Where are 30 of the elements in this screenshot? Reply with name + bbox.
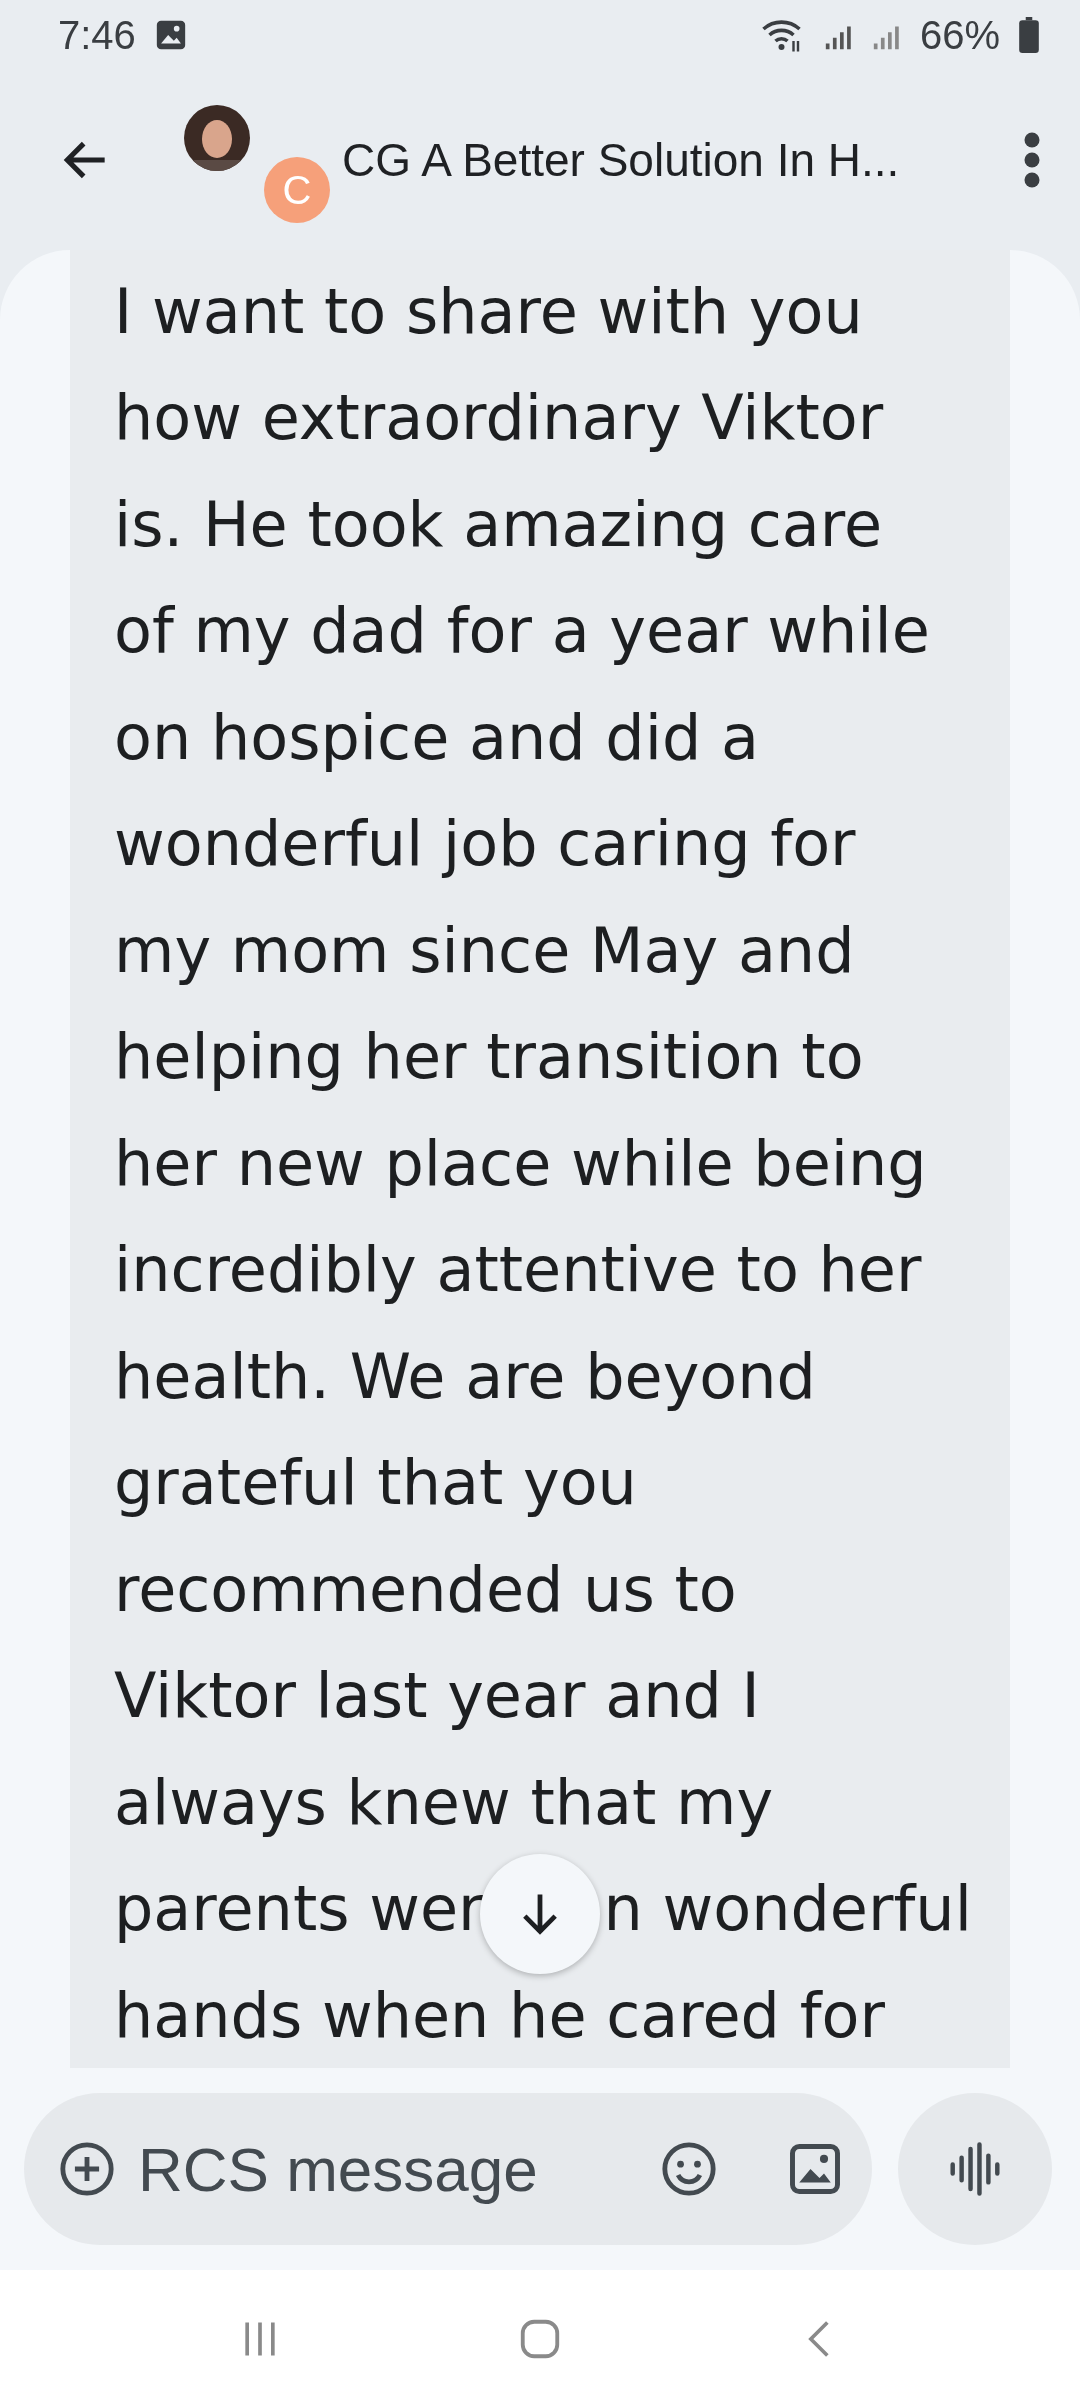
message-text: always knew that my	[114, 1765, 774, 1839]
battery-icon	[1018, 17, 1040, 53]
message-input[interactable]: RCS message	[136, 2132, 640, 2206]
message-text: my mom since May and	[114, 913, 855, 987]
more-icon	[1022, 130, 1042, 190]
message-text: n wonderful	[603, 1872, 972, 1946]
message-text: parents wer	[114, 1872, 484, 1946]
status-time: 7:46	[58, 12, 136, 58]
message-text: how extraordinary Viktor	[114, 381, 884, 455]
message-text: I want to share with you	[114, 274, 863, 348]
contact-avatar: C	[264, 157, 330, 223]
message-text: wonderful job caring for	[114, 807, 856, 881]
message-text: of my dad for a year while	[114, 594, 930, 668]
message-text: Viktor last year and I	[114, 1659, 760, 1733]
message-text: incredibly attentive to her	[114, 1233, 922, 1307]
battery-percent: 66%	[919, 12, 1000, 58]
message-text: on hospice and did a	[114, 700, 759, 774]
add-icon[interactable]	[58, 2140, 116, 2198]
emoji-icon[interactable]	[660, 2140, 718, 2198]
message-text: recommended us to	[114, 1552, 737, 1626]
gallery-icon[interactable]	[788, 2142, 842, 2196]
waveform-icon	[948, 2140, 1002, 2198]
conversation-title[interactable]: CG A Better Solution In H...	[342, 133, 1012, 187]
message-text: helping her transition to	[114, 1020, 864, 1094]
message-field[interactable]: RCS message	[24, 2093, 872, 2245]
message-text: her new place while being	[114, 1126, 927, 1200]
message-text: grateful that you	[114, 1446, 637, 1520]
message-text: is. He took amazing care	[114, 487, 883, 561]
message-text: health. We are beyond	[114, 1339, 816, 1413]
message-text: hands when he cared for	[114, 1978, 885, 2052]
